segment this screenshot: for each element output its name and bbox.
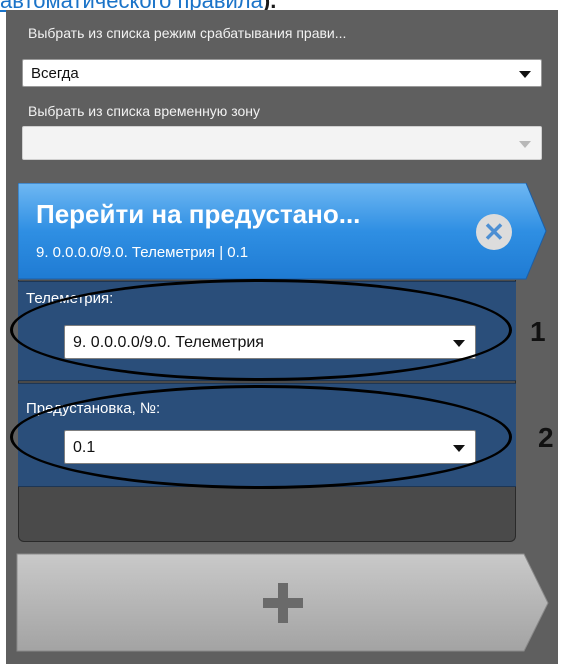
callout-oval-1 <box>10 279 512 381</box>
plus-icon <box>263 583 303 623</box>
action-card-title: Перейти на предустано... <box>36 199 360 229</box>
callout-oval-2 <box>10 385 512 489</box>
trigger-mode-value: Всегда <box>31 65 79 82</box>
chevron-down-icon <box>519 141 531 148</box>
callout-number-2: 2 <box>538 422 554 453</box>
time-zone-select[interactable] <box>22 126 542 160</box>
chevron-down-icon <box>519 71 531 78</box>
trigger-mode-label: Выбрать из списка режим срабатывания пра… <box>28 25 347 41</box>
callout-number-1: 1 <box>530 316 546 347</box>
trigger-mode-select[interactable]: Всегда <box>22 59 542 87</box>
close-icon[interactable]: ✕ <box>476 214 512 250</box>
time-zone-label: Выбрать из списка временную зону <box>28 103 260 119</box>
action-card-header-shape <box>18 183 547 280</box>
action-card-header[interactable]: Перейти на предустано... 9. 0.0.0.0/9.0.… <box>18 183 548 283</box>
action-card-subtitle: 9. 0.0.0.0/9.0. Телеметрия | 0.1 <box>36 244 248 261</box>
